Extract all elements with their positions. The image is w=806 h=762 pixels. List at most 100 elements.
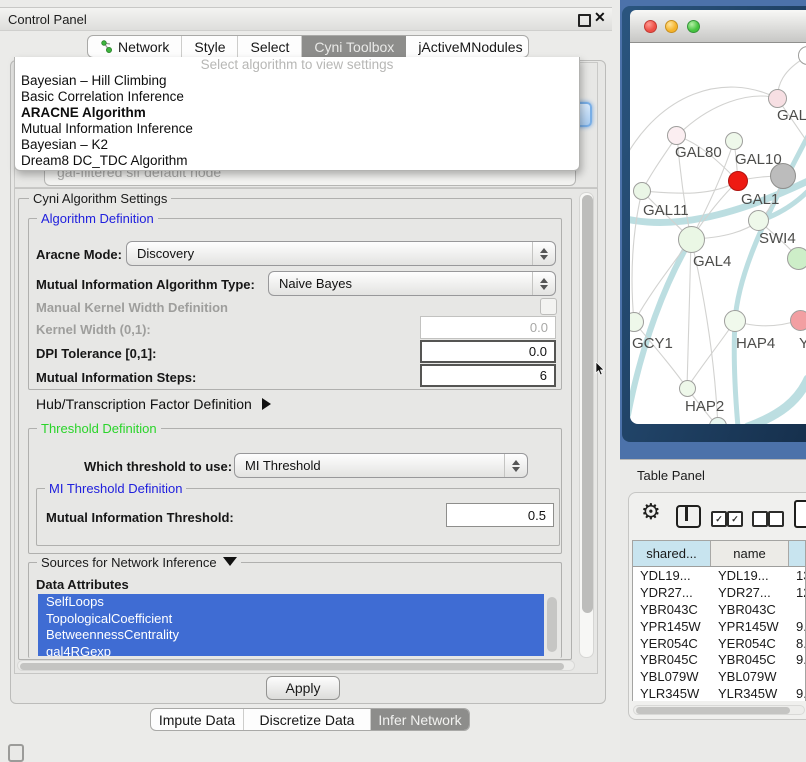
algorithm-option[interactable]: Bayesian – K2	[15, 137, 579, 153]
table-hscroll-track[interactable]	[633, 705, 805, 715]
sources-legend[interactable]: Sources for Network Inference	[37, 555, 241, 570]
network-tab-icon	[100, 40, 113, 53]
control-panel-tabbar: Network Style Select Cyni Toolbox jActiv…	[87, 35, 529, 58]
manual-kernel-checkbox[interactable]	[540, 298, 557, 315]
cell-name: YBR045C	[711, 651, 789, 668]
node-label: GAL11	[643, 202, 689, 219]
algorithm-dropdown-popup: Select algorithm to view settings Bayesi…	[14, 57, 580, 171]
table-row[interactable]: YBL079W YBL079W	[633, 668, 805, 685]
network-node[interactable]	[787, 247, 806, 270]
mi-threshold-input[interactable]: 0.5	[446, 503, 554, 527]
node-label: HAP4	[736, 335, 775, 352]
tab-network[interactable]: Network	[88, 36, 182, 57]
dpi-tolerance-value: 0.0	[529, 344, 547, 359]
settings-vscroll-thumb[interactable]	[582, 195, 593, 613]
apply-button-label: Apply	[285, 680, 320, 696]
mi-threshold-label: Mutual Information Threshold:	[46, 510, 234, 525]
column-header-partial[interactable]	[789, 541, 805, 566]
gear-icon[interactable]: ⚙	[641, 501, 661, 523]
tab-discretize-data-label: Discretize Data	[260, 712, 355, 728]
kernel-width-input[interactable]: 0.0	[420, 316, 556, 339]
network-node-salmon[interactable]	[790, 310, 806, 331]
algorithm-option[interactable]: Dream8 DC_TDC Algorithm	[15, 153, 579, 169]
cell-shared: YLR345W	[633, 685, 711, 701]
which-threshold-combobox[interactable]: MI Threshold	[234, 453, 528, 478]
cell-shared: YBL079W	[633, 668, 711, 685]
control-panel-titlebar: Control Panel ✕	[0, 7, 612, 31]
attribute-item-selected[interactable]: gal4RGexp	[38, 644, 544, 657]
tab-select[interactable]: Select	[238, 36, 302, 57]
minimized-panel-icon[interactable]	[8, 744, 24, 762]
network-node-hap4[interactable]	[724, 310, 746, 332]
split-columns-icon[interactable]	[676, 505, 701, 528]
algorithm-option-selected[interactable]: ARACNE Algorithm	[15, 105, 579, 121]
cell-shared: YER054C	[633, 635, 711, 652]
tab-infer-network-label: Infer Network	[378, 712, 461, 728]
cell-shared: YPR145W	[633, 618, 711, 635]
settings-hscroll-thumb[interactable]	[20, 663, 564, 670]
table-row[interactable]: YER054C YER054C 8.	[633, 635, 805, 652]
column-header-name[interactable]: name	[711, 541, 789, 566]
checked-checkbox-icon[interactable]: ✓	[711, 511, 727, 527]
apply-button[interactable]: Apply	[266, 676, 340, 700]
tab-style[interactable]: Style	[182, 36, 238, 57]
network-window-titlebar[interactable]	[630, 10, 806, 43]
mi-steps-input[interactable]: 6	[420, 364, 556, 387]
algorithm-option[interactable]: Basic Correlation Inference	[15, 89, 579, 105]
algorithm-option[interactable]: Bayesian – Hill Climbing	[15, 73, 579, 89]
mi-type-combobox[interactable]: Naive Bayes	[268, 271, 556, 296]
tab-jactivemnodules[interactable]: jActiveMNodules	[406, 36, 529, 57]
network-node-hap2[interactable]	[679, 380, 696, 397]
network-node-swi4[interactable]	[748, 210, 769, 231]
attribute-item-selected[interactable]: SelfLoops	[38, 594, 544, 611]
unchecked-checkbox-icon[interactable]	[752, 511, 768, 527]
tab-cyni-toolbox[interactable]: Cyni Toolbox	[302, 36, 406, 57]
table-row[interactable]: YLR345W YLR345W 9.	[633, 685, 805, 701]
table-row[interactable]: YDR27... YDR27... 12	[633, 584, 805, 601]
network-node-gal80[interactable]	[667, 126, 686, 145]
settings-vscroll-track[interactable]	[579, 192, 594, 658]
mouse-cursor	[595, 362, 605, 376]
column-header-name-label: name	[733, 546, 766, 561]
network-node-gal11[interactable]	[633, 182, 651, 200]
which-threshold-label: Which threshold to use:	[84, 459, 232, 474]
checked-checkbox-icon[interactable]: ✓	[727, 511, 743, 527]
float-window-icon[interactable]	[578, 14, 591, 27]
cell-name: YER054C	[711, 635, 789, 652]
table-row[interactable]: YDL19... YDL19... 13	[633, 567, 805, 584]
column-header-shared[interactable]: shared...	[633, 541, 711, 566]
table-row[interactable]: YPR145W YPR145W 9.	[633, 618, 805, 635]
attribute-item-selected[interactable]: BetweennessCentrality	[38, 627, 544, 644]
attributes-list-scrollbar[interactable]	[547, 597, 557, 652]
cell-extra: 9.	[789, 618, 805, 635]
algorithm-dropdown-placeholder: Select algorithm to view settings	[15, 57, 579, 73]
settings-hscroll-track[interactable]	[17, 660, 575, 671]
node-label: GCY1	[632, 335, 673, 352]
tab-infer-network[interactable]: Infer Network	[371, 709, 469, 730]
algorithm-option[interactable]: Mutual Information Inference	[15, 121, 579, 137]
hub-definition-expander[interactable]: Hub/Transcription Factor Definition	[36, 396, 271, 412]
table-row[interactable]: YBR045C YBR045C 9.	[633, 651, 805, 668]
tab-discretize-data[interactable]: Discretize Data	[244, 709, 371, 730]
table-header-row: shared... name	[633, 541, 805, 567]
cell-extra: 9.	[789, 685, 805, 701]
document-icon[interactable]	[794, 500, 806, 528]
network-view[interactable]: GAL GAL80 GAL10 GAL1 GAL11 GAL4 SWI4 GCY…	[630, 43, 806, 424]
tab-impute-data[interactable]: Impute Data	[151, 709, 244, 730]
network-node-gal1[interactable]	[728, 171, 748, 191]
unchecked-checkbox-icon[interactable]	[768, 511, 784, 527]
table-hscroll-thumb[interactable]	[636, 707, 790, 714]
attribute-item-selected[interactable]: TopologicalCoefficient	[38, 611, 544, 628]
cell-extra: 13	[789, 567, 805, 584]
dpi-tolerance-input[interactable]: 0.0	[420, 340, 556, 363]
table-row[interactable]: YBR043C YBR043C	[633, 601, 805, 618]
zoom-traffic-light[interactable]	[687, 20, 700, 33]
minimize-traffic-light[interactable]	[665, 20, 678, 33]
close-traffic-light[interactable]	[644, 20, 657, 33]
network-node-gal4[interactable]	[678, 226, 705, 253]
network-node-gal10[interactable]	[725, 132, 743, 150]
aracne-mode-combobox[interactable]: Discovery	[126, 241, 556, 266]
close-icon[interactable]: ✕	[594, 9, 606, 26]
node-label: GAL1	[741, 191, 779, 208]
network-node-gal[interactable]	[768, 89, 787, 108]
